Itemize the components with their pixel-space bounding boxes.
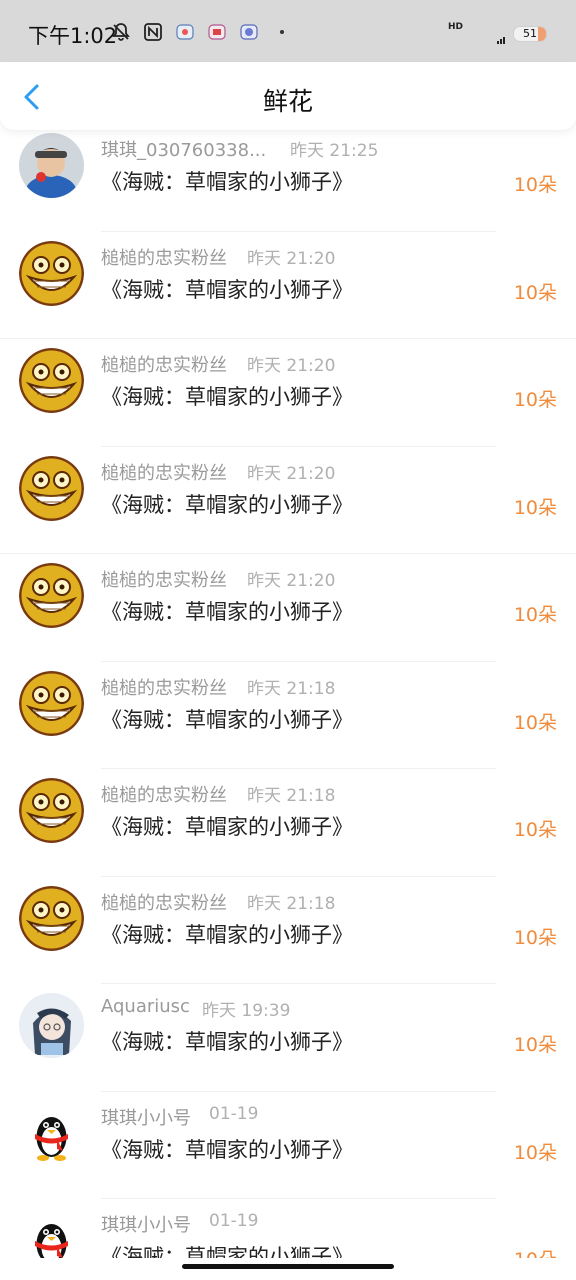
app-notification-icon (238, 21, 260, 43)
book-title[interactable]: 《海贼：草帽家的小狮子》 (101, 704, 353, 734)
list-item[interactable]: 琪琪小小号 01-19 《海贼：草帽家的小狮子》 10朵 (0, 1199, 576, 1258)
list-item[interactable]: 槌槌的忠实粉丝 昨天 21:20 《海贼：草帽家的小狮子》 10朵 (0, 339, 576, 447)
user-avatar[interactable] (19, 455, 84, 521)
flower-count: 10朵 (513, 496, 557, 519)
flower-count: 10朵 (513, 819, 557, 841)
user-avatar[interactable] (19, 1100, 84, 1166)
signal-icon (497, 36, 509, 46)
battery-icon: 51 (513, 26, 547, 42)
bell-muted-icon (110, 21, 132, 43)
user-name[interactable]: 槌槌的忠实粉丝 (101, 459, 227, 485)
book-title[interactable]: 《海贼：草帽家的小狮子》 (101, 811, 353, 841)
user-avatar[interactable] (19, 778, 84, 843)
flower-count: 10朵 (513, 389, 557, 411)
user-avatar[interactable] (19, 885, 84, 951)
list-item[interactable]: 槌槌的忠实粉丝 昨天 21:20 《海贼：草帽家的小狮子》 10朵 (0, 554, 576, 662)
list-item[interactable]: 琪琪_030760338... 昨天 21:25 《海贼：草帽家的小狮子》 10朵 (0, 124, 576, 232)
home-indicator[interactable] (182, 1264, 394, 1269)
page-title: 鲜花 (262, 87, 313, 116)
top-nav-bar: 鲜花 (0, 62, 576, 130)
book-title[interactable]: 《海贼：草帽家的小狮子》 (101, 1026, 353, 1056)
gift-time: 昨天 21:18 (247, 786, 336, 806)
gift-time: 昨天 21:20 (247, 248, 336, 269)
user-avatar[interactable] (19, 240, 84, 306)
list-item[interactable]: Aquariusc 昨天 19:39 《海贼：草帽家的小狮子》 10朵 (0, 984, 576, 1092)
gift-time: 昨天 21:20 (247, 571, 336, 591)
app-notification-icon (206, 21, 228, 43)
flower-gift-list: 琪琪_030760338... 昨天 21:25 《海贼：草帽家的小狮子》 10朵 槌… (0, 124, 576, 1258)
book-title[interactable]: 《海贼：草帽家的小狮子》 (101, 381, 353, 411)
flower-count: 10朵 (513, 1034, 557, 1056)
gift-time: 昨天 21:20 (247, 463, 336, 484)
status-time: 下午1:02 (28, 24, 118, 48)
book-title[interactable]: 《海贼：草帽家的小狮子》 (101, 489, 353, 519)
flower-count: 10朵 (514, 1245, 557, 1258)
flower-count: 10朵 (513, 604, 557, 626)
app-notification-icon (174, 21, 196, 43)
list-item[interactable]: 槌槌的忠实粉丝 昨天 21:20 《海贼：草帽家的小狮子》 10朵 (0, 232, 576, 339)
user-avatar[interactable] (19, 670, 84, 736)
nfc-icon (142, 21, 164, 43)
user-name[interactable]: 槌槌的忠实粉丝 (101, 889, 227, 915)
user-name[interactable]: 槌槌的忠实粉丝 (101, 674, 227, 700)
gift-time: 01-19 (209, 1103, 259, 1124)
user-name[interactable]: 槌槌的忠实粉丝 (101, 244, 227, 270)
gift-time: 昨天 21:18 (247, 678, 336, 699)
list-item[interactable]: 槌槌的忠实粉丝 昨天 21:20 《海贼：草帽家的小狮子》 10朵 (0, 447, 576, 554)
gift-time: 01-19 (209, 1211, 259, 1231)
gift-time: 昨天 21:20 (247, 356, 336, 376)
list-item[interactable]: 琪琪小小号 01-19 《海贼：草帽家的小狮子》 10朵 (0, 1092, 576, 1199)
user-avatar[interactable] (19, 133, 84, 198)
user-name[interactable]: 琪琪小小号 (101, 1211, 191, 1237)
gift-time: 昨天 21:25 (290, 141, 379, 161)
status-bar: 下午1:02 HD 51 (0, 0, 576, 62)
user-avatar[interactable] (19, 993, 84, 1058)
network-badge: HD (448, 22, 464, 32)
book-title[interactable]: 《海贼：草帽家的小狮子》 (101, 596, 353, 626)
status-icons (110, 20, 284, 44)
user-avatar[interactable] (19, 348, 84, 413)
book-title[interactable]: 《海贼：草帽家的小狮子》 (101, 274, 353, 304)
flower-count: 10朵 (513, 174, 557, 196)
gift-time: 昨天 19:39 (202, 1001, 291, 1021)
user-avatar[interactable] (19, 1208, 84, 1258)
list-item[interactable]: 槌槌的忠实粉丝 昨天 21:18 《海贼：草帽家的小狮子》 10朵 (0, 877, 576, 984)
user-avatar[interactable] (19, 563, 84, 628)
book-title[interactable]: 《海贼：草帽家的小狮子》 (101, 1241, 353, 1258)
user-name[interactable]: 槌槌的忠实粉丝 (101, 781, 227, 807)
user-name[interactable]: 琪琪小小号 (101, 1104, 191, 1130)
battery-level: 51 (523, 27, 537, 40)
list-item[interactable]: 槌槌的忠实粉丝 昨天 21:18 《海贼：草帽家的小狮子》 10朵 (0, 769, 576, 877)
user-name[interactable]: Aquariusc (101, 996, 190, 1017)
flower-count: 10朵 (513, 1141, 557, 1164)
flower-count: 10朵 (513, 281, 557, 304)
book-title[interactable]: 《海贼：草帽家的小狮子》 (101, 166, 353, 196)
flower-count: 10朵 (513, 711, 557, 734)
user-name[interactable]: 琪琪_030760338... (101, 136, 266, 162)
user-name[interactable]: 槌槌的忠实粉丝 (101, 351, 227, 377)
gift-time: 昨天 21:18 (247, 893, 336, 914)
book-title[interactable]: 《海贼：草帽家的小狮子》 (101, 919, 353, 949)
flower-count: 10朵 (513, 926, 557, 949)
user-name[interactable]: 槌槌的忠实粉丝 (101, 566, 227, 592)
list-item[interactable]: 槌槌的忠实粉丝 昨天 21:18 《海贼：草帽家的小狮子》 10朵 (0, 662, 576, 769)
more-notifications-dot (280, 30, 284, 34)
book-title[interactable]: 《海贼：草帽家的小狮子》 (101, 1134, 353, 1164)
